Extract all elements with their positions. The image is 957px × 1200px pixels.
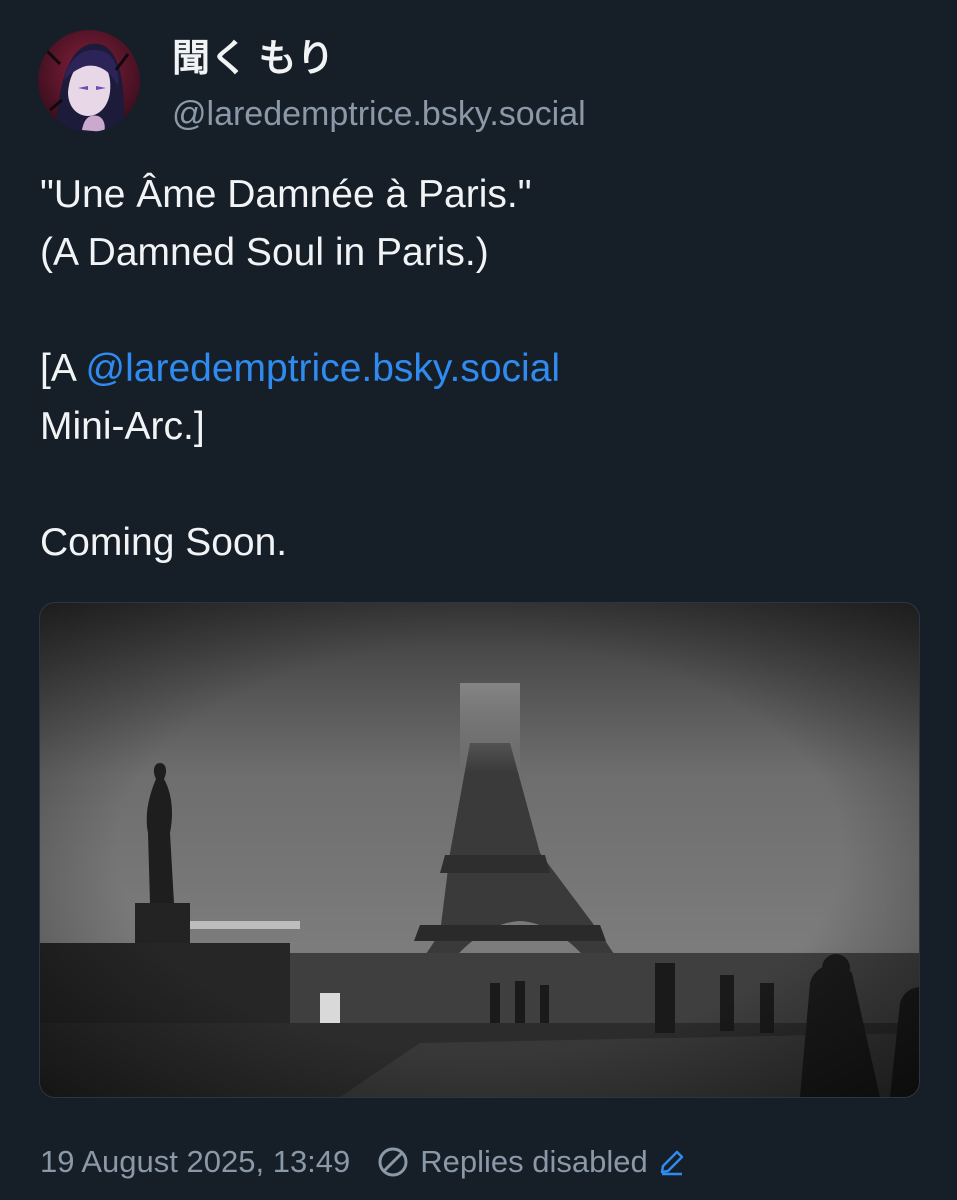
ban-icon <box>378 1147 408 1177</box>
pencil-icon[interactable] <box>658 1148 686 1176</box>
author-names: 聞く もり @laredemptrice.bsky.social <box>172 36 586 136</box>
post-text: "Une Âme Damnée à Paris." (A Damned Soul… <box>40 166 920 572</box>
avatar-image <box>38 30 140 132</box>
post-view: 聞く もり @laredemptrice.bsky.social "Une Âm… <box>0 0 957 1200</box>
avatar[interactable] <box>38 30 140 132</box>
author-display-name[interactable]: 聞く もり <box>172 36 586 82</box>
mention-link[interactable]: @laredemptrice.bsky.social <box>86 347 561 390</box>
post-line-title: "Une Âme Damnée à Paris." <box>40 173 532 216</box>
author-handle[interactable]: @laredemptrice.bsky.social <box>172 92 586 136</box>
post-line-mini-arc: Mini-Arc.] <box>40 405 205 448</box>
post-meta: 19 August 2025, 13:49 Replies disabled <box>40 1140 686 1184</box>
post-line-mention: [A @laredemptrice.bsky.social <box>40 340 920 398</box>
post-image[interactable] <box>39 602 920 1098</box>
post-line-translation: (A Damned Soul in Paris.) <box>40 231 489 274</box>
eiffel-tower-photo-icon <box>40 603 919 1097</box>
post-line-coming-soon: Coming Soon. <box>40 521 288 564</box>
post-timestamp[interactable]: 19 August 2025, 13:49 <box>40 1140 350 1184</box>
replies-status: Replies disabled <box>420 1144 648 1179</box>
post-header: 聞く もり @laredemptrice.bsky.social <box>38 30 918 135</box>
mention-prefix: [A <box>40 347 86 390</box>
